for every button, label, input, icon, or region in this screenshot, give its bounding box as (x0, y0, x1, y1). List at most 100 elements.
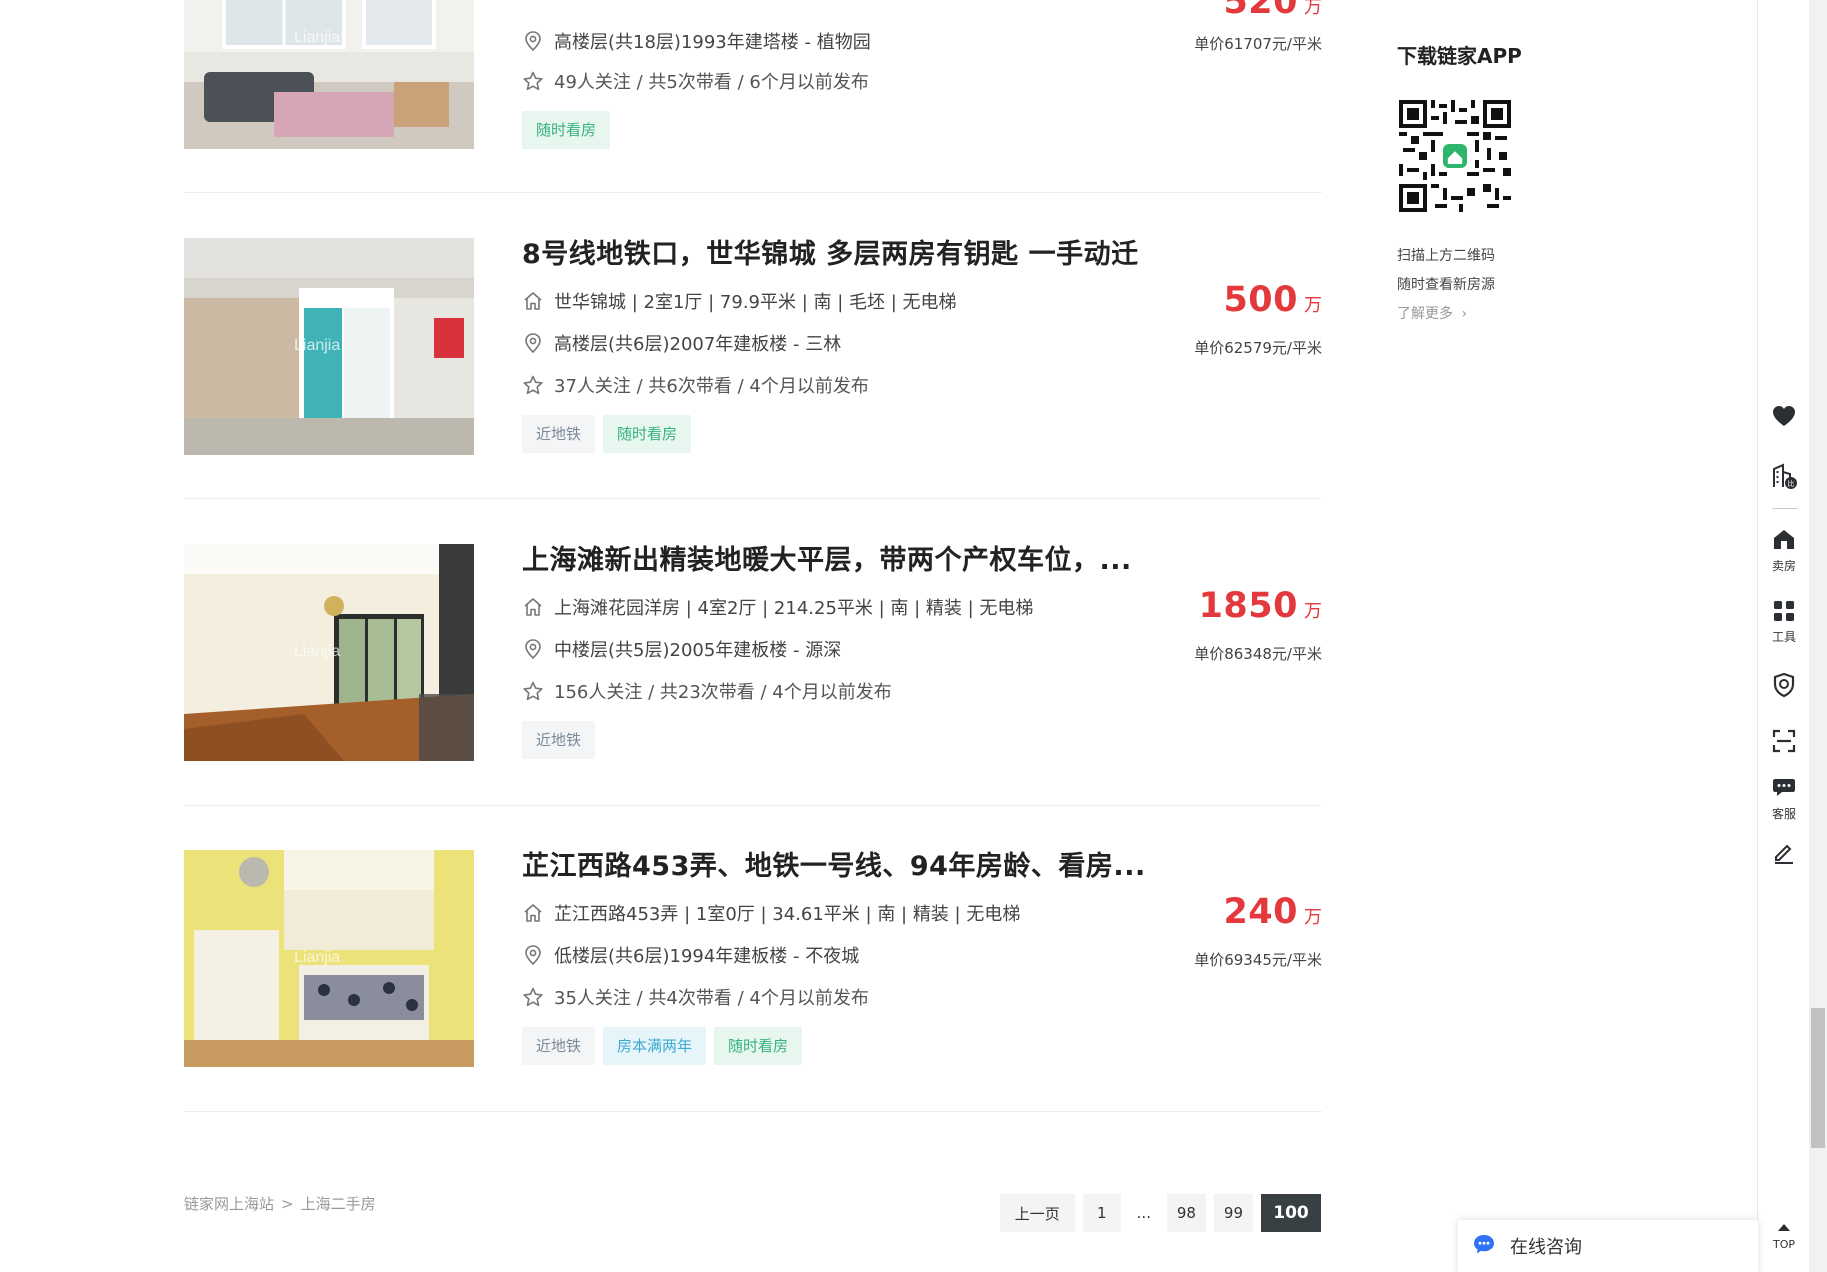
unit-price: 单价61707元/平米 (1194, 35, 1322, 53)
grid-tools-icon (1773, 600, 1795, 626)
watermark: Lianjia (294, 949, 340, 966)
listing-photo[interactable]: Lianjia (184, 238, 474, 455)
online-consult-label: 在线咨询 (1510, 1237, 1582, 1258)
scan-button[interactable] (1758, 729, 1810, 757)
location-pin-icon (522, 332, 544, 354)
pagination: 上一页 1 ... 98 99 100 (999, 1194, 1321, 1232)
scrollbar-thumb[interactable] (1811, 1008, 1825, 1148)
tag-near-subway: 近地铁 (522, 415, 596, 453)
divider (184, 498, 1322, 499)
total-price-value: 500 (1223, 280, 1298, 320)
divider (184, 805, 1322, 806)
follow-text: 37人关注 / 共6次带看 / 4个月以前发布 (554, 376, 869, 397)
customer-service-label: 客服 (1771, 807, 1796, 821)
page-scrollbar[interactable] (1809, 0, 1827, 1272)
app-download-title: 下载链家APP (1397, 44, 1522, 68)
right-toolbar: 比 卖房 工具 客服 TOP (1757, 0, 1809, 1272)
tag-visit-anytime: 随时看房 (714, 1027, 803, 1065)
listing-house-info[interactable]: 芷江西路453弄 | 1室0厅 | 34.61平米 | 南 | 精装 | 无电梯 (522, 900, 1020, 926)
location-pin-icon (522, 30, 544, 52)
page-button[interactable]: 98 (1166, 1194, 1206, 1232)
listing-position[interactable]: 高楼层(共6层)2007年建板楼 - 三林 (522, 330, 841, 356)
listing-title[interactable]: 上海滩新出精装地暖大平层，带两个产权车位，... (522, 538, 1132, 577)
position-text: 中楼层(共5层)2005年建板楼 - 源深 (554, 640, 842, 661)
tag-visit-anytime: 随时看房 (522, 111, 611, 149)
page-button[interactable]: 1 (1082, 1194, 1121, 1232)
position-text: 高楼层(共18层)1993年建塔楼 - 植物园 (554, 32, 871, 53)
location-pin-icon (522, 944, 544, 966)
total-price: 240 万 (1223, 892, 1322, 932)
location-pin-icon (522, 638, 544, 660)
total-price: 520 万 (1223, 0, 1322, 22)
listing-house-info[interactable]: 世华锦城 | 2室1厅 | 79.9平米 | 南 | 毛坯 | 无电梯 (522, 288, 957, 314)
star-icon (522, 374, 544, 396)
total-price: 1850 万 (1199, 586, 1322, 626)
sell-house-label: 卖房 (1771, 559, 1796, 573)
total-price-value: 240 (1223, 892, 1298, 932)
listing-house-info[interactable]: 上海滩花园洋房 | 4室2厅 | 214.25平米 | 南 | 精装 | 无电梯 (522, 594, 1033, 620)
tools-label: 工具 (1771, 630, 1796, 644)
listing-position[interactable]: 低楼层(共6层)1994年建板楼 - 不夜城 (522, 942, 859, 968)
total-price-value: 1850 (1198, 586, 1298, 626)
qr-code (1399, 100, 1511, 212)
customer-service-button[interactable]: 客服 (1758, 777, 1810, 822)
current-page-button[interactable]: 100 (1261, 1194, 1321, 1232)
breadcrumb-link-secondhand[interactable]: 上海二手房 (301, 1195, 376, 1213)
house-info-text: 世华锦城 | 2室1厅 | 79.9平米 | 南 | 毛坯 | 无电梯 (554, 292, 957, 313)
page-ellipsis: ... (1136, 1204, 1151, 1222)
favorites-button[interactable] (1758, 404, 1810, 432)
tools-button[interactable]: 工具 (1758, 600, 1810, 645)
back-to-top-label: TOP (1772, 1238, 1795, 1251)
chat-bubble-icon (1472, 1233, 1496, 1259)
app-scan-text: 扫描上方二维码 (1397, 248, 1495, 264)
listing-photo[interactable]: Lianjia (184, 0, 474, 149)
listing-title[interactable]: 8号线地铁口，世华锦城 多层两房有钥匙 一手动迁 (522, 232, 1139, 271)
tag-visit-anytime: 随时看房 (603, 415, 692, 453)
listing-follow-info: 156人关注 / 共23次带看 / 4个月以前发布 (522, 678, 892, 704)
unit-price: 单价69345元/平米 (1194, 951, 1322, 969)
total-price-value: 520 (1223, 0, 1298, 22)
caret-up-icon (1777, 1217, 1791, 1236)
svg-text:比: 比 (1788, 479, 1795, 488)
edit-pencil-icon (1772, 840, 1796, 868)
learn-more-link[interactable]: 了解更多 › (1397, 303, 1467, 323)
app-view-text: 随时查看新房源 (1397, 277, 1495, 293)
listing-position[interactable]: 中楼层(共5层)2005年建板楼 - 源深 (522, 636, 841, 662)
house-icon (522, 902, 544, 924)
breadcrumb-link-site[interactable]: 链家网上海站 (184, 1195, 274, 1213)
listing-follow-info: 37人关注 / 共6次带看 / 4个月以前发布 (522, 372, 869, 398)
total-price-unit: 万 (1304, 295, 1322, 316)
prev-page-button[interactable]: 上一页 (999, 1194, 1075, 1232)
follow-text: 35人关注 / 共4次带看 / 4个月以前发布 (554, 988, 869, 1009)
page-button[interactable]: 99 (1213, 1194, 1253, 1232)
position-text: 低楼层(共6层)1994年建板楼 - 不夜城 (554, 946, 860, 967)
star-icon (522, 680, 544, 702)
divider (184, 1111, 1322, 1112)
star-icon (522, 70, 544, 92)
listing-title[interactable]: 芷江西路453弄、地铁一号线、94年房龄、看房... (522, 844, 1146, 883)
feedback-button[interactable] (1758, 840, 1810, 868)
listing-follow-info: 35人关注 / 共4次带看 / 4个月以前发布 (522, 984, 869, 1010)
app-download-box: 下载链家APP (1397, 40, 1617, 69)
scan-icon (1772, 729, 1796, 757)
sell-house-button[interactable]: 卖房 (1758, 527, 1810, 574)
heart-icon (1771, 404, 1797, 432)
breadcrumb-separator: > (281, 1195, 294, 1213)
shield-button[interactable] (1758, 672, 1810, 702)
total-price-unit: 万 (1304, 601, 1322, 622)
shield-icon (1772, 672, 1796, 702)
back-to-top-button[interactable]: TOP (1758, 1217, 1810, 1251)
unit-price: 单价62579元/平米 (1194, 339, 1322, 357)
house-info-text: 芷江西路453弄 | 1室0厅 | 34.61平米 | 南 | 精装 | 无电梯 (554, 904, 1021, 925)
unit-price: 单价86348元/平米 (1194, 645, 1322, 663)
tag-list: 随时看房 (522, 111, 611, 149)
online-consult-button[interactable]: 在线咨询 (1458, 1220, 1758, 1272)
chat-bubbles-icon (1772, 777, 1796, 803)
listing-position[interactable]: 高楼层(共18层)1993年建塔楼 - 植物园 (522, 28, 871, 54)
listing-follow-info: 49人关注 / 共5次带看 / 6个月以前发布 (522, 68, 869, 94)
star-icon (522, 986, 544, 1008)
compare-button[interactable]: 比 (1758, 462, 1810, 494)
listing-photo[interactable]: Lianjia (184, 544, 474, 761)
listing-photo[interactable]: Lianjia (184, 850, 474, 1067)
breadcrumb: 链家网上海站 > 上海二手房 (184, 1193, 376, 1214)
